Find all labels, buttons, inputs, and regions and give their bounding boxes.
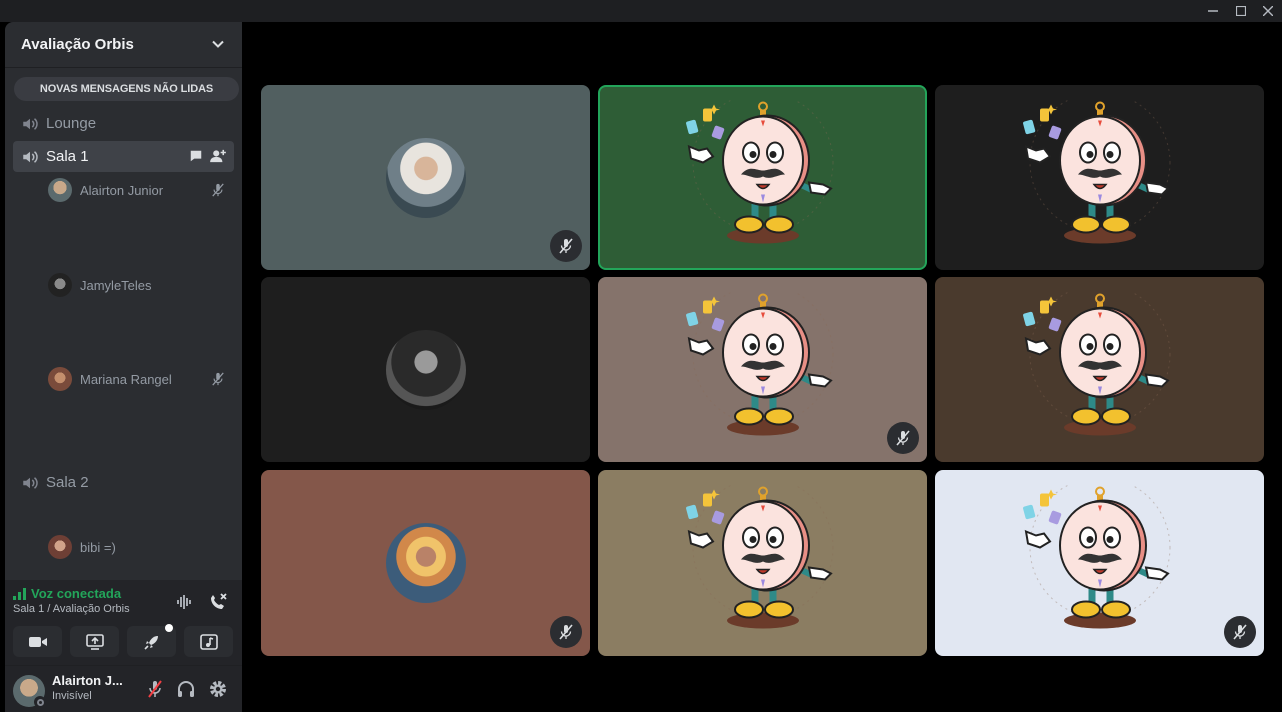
soundboard-icon [199,633,218,650]
video-tile[interactable] [935,85,1264,270]
participant-avatar [385,137,466,218]
mascot-avatar [1022,477,1170,629]
member-name: JamyleTeles [80,277,152,293]
muted-mic-icon [212,372,224,386]
headphones-icon[interactable] [176,679,196,699]
avatar [48,535,72,559]
speaker-icon [23,476,38,489]
user-panel: Alairton J... Invisível [5,666,242,712]
mascot-avatar [1022,91,1170,243]
voice-channel-sala-2[interactable]: Sala 2 [13,467,234,498]
channel-name: Lounge [46,115,97,132]
video-tile[interactable] [935,277,1264,462]
username[interactable]: Alairton J... [52,673,123,688]
camera-button[interactable] [13,626,62,657]
user-status: Invisível [52,690,92,702]
voice-channel-sala-1[interactable]: Sala 1 [13,141,234,172]
new-messages-banner[interactable]: NOVAS MENSAGENS NÃO LIDAS [14,77,239,101]
channel-name: Sala 2 [46,474,89,491]
video-tile[interactable] [261,85,590,270]
channel-sidebar: Avaliação Orbis NOVAS MENSAGENS NÃO LIDA… [5,22,242,712]
voice-member[interactable]: Mariana Rangel [48,367,172,391]
voice-member[interactable]: JamyleTeles [48,273,152,297]
voice-channel-lounge[interactable]: Lounge [13,108,234,139]
mascot-wrapper [1020,91,1180,255]
video-tile[interactable] [598,470,927,656]
title-bar [0,0,1282,22]
avatar [48,273,72,297]
new-messages-label: NOVAS MENSAGENS NÃO LIDAS [39,83,214,95]
activity-button[interactable] [127,624,176,657]
disconnect-icon[interactable] [208,592,228,612]
mascot-wrapper [1020,477,1180,641]
member-name: Mariana Rangel [80,371,172,387]
signal-icon [13,587,26,600]
mascot-avatar [685,477,833,629]
server-header[interactable]: Avaliação Orbis [5,22,242,68]
notification-dot [165,624,173,632]
avatar [48,178,72,202]
channel-name: Sala 1 [46,148,89,165]
voice-member[interactable]: bibi =) [48,535,116,559]
mascot-wrapper [683,91,843,255]
muted-mic-icon [887,422,919,454]
avatar [48,367,72,391]
mic-muted-icon[interactable] [145,679,165,699]
voice-status-label: Voz conectada [31,586,122,601]
maximize-icon[interactable] [1228,0,1254,22]
video-tile[interactable] [935,470,1264,656]
member-name: Alairton Junior [80,182,164,198]
chevron-down-icon [212,40,224,48]
voice-status: Voz conectada [13,586,121,601]
status-indicator [34,696,46,708]
video-tile[interactable] [598,85,927,270]
speaker-icon [23,117,38,130]
server-name: Avaliação Orbis [21,36,134,53]
muted-mic-icon [1224,616,1256,648]
minimize-icon[interactable] [1200,0,1226,22]
settings-gear-icon[interactable] [208,679,228,699]
close-icon[interactable] [1255,0,1281,22]
participant-avatar [385,523,466,603]
soundboard-button[interactable] [184,626,233,657]
camera-icon [28,636,47,647]
screen-share-button[interactable] [70,626,119,657]
noise-suppression-icon[interactable] [175,592,195,612]
screen-share-icon [85,633,104,650]
add-user-icon[interactable] [210,149,226,163]
chat-icon[interactable] [189,149,203,163]
mascot-avatar [685,91,833,243]
participant-avatar [385,329,466,410]
voice-member[interactable]: Alairton Junior [48,178,163,202]
mascot-avatar [1022,283,1170,435]
muted-mic-icon [212,183,224,197]
mascot-wrapper [1020,283,1180,447]
video-tile[interactable] [261,277,590,462]
voice-connection-panel: Voz conectada Sala 1 / Avaliação Orbis [5,580,242,666]
muted-mic-icon [550,230,582,262]
speaker-icon [23,150,38,163]
muted-mic-icon [550,616,582,648]
mascot-wrapper [683,283,843,447]
rocket-icon [143,635,158,650]
mascot-avatar [685,283,833,435]
video-tile[interactable] [598,277,927,462]
member-name: bibi =) [80,539,116,555]
video-tile[interactable] [261,470,590,656]
voice-location: Sala 1 / Avaliação Orbis [13,603,130,615]
mascot-wrapper [683,477,843,641]
